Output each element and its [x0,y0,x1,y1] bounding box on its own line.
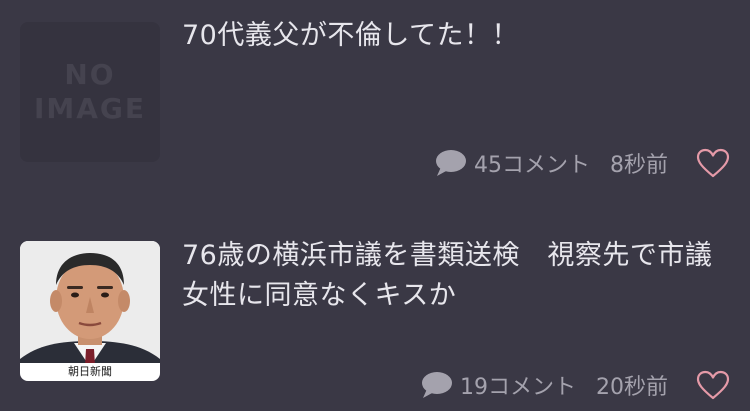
no-image-placeholder: NO IMAGE [20,22,160,162]
article-meta: 19コメント 20秒前 [418,365,730,405]
time-ago: 20秒前 [596,375,668,400]
heart-icon[interactable] [696,370,730,400]
article-item[interactable]: 朝日新聞 76歳の横浜市議を書類送検 視察先で市議女性に同意なくキスか 19コメ… [0,205,750,411]
comment-bubble-icon [436,150,466,176]
article-item[interactable]: NO IMAGE 70代義父が不倫してた！！ 45コメント 8秒前 [0,0,750,205]
news-feed: NO IMAGE 70代義父が不倫してた！！ 45コメント 8秒前 朝日新聞 7… [0,0,750,411]
photo-credit: 朝日新聞 [20,363,160,381]
comment-bubble-icon [422,372,452,398]
heart-icon[interactable] [696,148,730,178]
placeholder-line-2: IMAGE [33,92,147,125]
time-ago: 8秒前 [610,153,668,178]
article-meta: 45コメント 8秒前 [432,143,730,183]
article-thumbnail[interactable]: 朝日新聞 [20,241,160,381]
article-title[interactable]: 70代義父が不倫してた！！ [182,16,722,56]
portrait-photo [20,241,160,381]
article-thumbnail[interactable]: NO IMAGE [20,22,160,162]
placeholder-line-1: NO [64,58,116,91]
article-title[interactable]: 76歳の横浜市議を書類送検 視察先で市議女性に同意なくキスか [182,236,722,316]
comment-count: 19コメント [460,375,576,400]
comment-count: 45コメント [474,153,590,178]
